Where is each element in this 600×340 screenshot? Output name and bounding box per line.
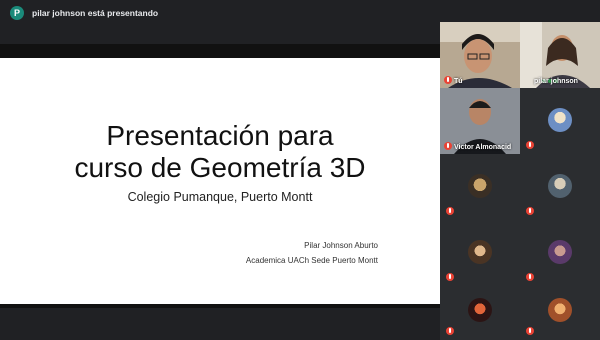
mic-off-icon [526, 273, 534, 281]
participant-tile-pilar[interactable]: pilar johnson [520, 22, 600, 88]
participant-tile[interactable] [520, 220, 600, 286]
participant-tile[interactable] [440, 154, 520, 220]
avatar [548, 108, 572, 132]
participant-tile-self[interactable]: Tú [440, 22, 520, 88]
slide: Presentación para curso de Geometría 3D … [0, 58, 440, 304]
participant-tile[interactable] [440, 286, 520, 340]
mic-off-icon [444, 76, 452, 84]
mic-off-icon [446, 327, 454, 335]
participant-video [440, 22, 520, 88]
slide-author: Pilar Johnson Aburto [304, 241, 378, 250]
participant-tile[interactable] [520, 286, 600, 340]
participant-tile[interactable] [440, 220, 520, 286]
avatar [468, 240, 492, 264]
mic-off-icon [526, 207, 534, 215]
slide-subtitle: Colegio Pumanque, Puerto Montt [127, 190, 313, 204]
slide-title-line-2: curso de Geometría 3D [74, 152, 366, 183]
mic-off-icon [446, 273, 454, 281]
participant-name: pilar johnson [534, 78, 578, 85]
participant-tile[interactable] [520, 154, 600, 220]
mic-off-icon [526, 327, 534, 335]
bottom-band [0, 308, 440, 340]
participant-grid: Tú pilar johnson Victor Almonacid [440, 22, 600, 340]
avatar [548, 240, 572, 264]
avatar [548, 174, 572, 198]
participant-tile[interactable] [520, 88, 600, 154]
avatar [468, 298, 492, 322]
avatar [468, 174, 492, 198]
presenting-banner: P pilar johnson está presentando [0, 0, 440, 26]
presenter-avatar: P [10, 6, 24, 20]
slide-affiliation: Academica UACh Sede Puerto Montt [245, 256, 378, 265]
participant-name: Tú [454, 78, 463, 85]
presentation-stage[interactable]: Presentación para curso de Geometría 3D … [0, 44, 440, 308]
avatar [548, 298, 572, 322]
participant-tile-victor[interactable]: Victor Almonacid [440, 88, 520, 154]
mic-off-icon [444, 142, 452, 150]
slide-title-line-1: Presentación para [106, 120, 334, 151]
mic-off-icon [526, 141, 534, 149]
participant-name: Victor Almonacid [454, 144, 512, 151]
mic-off-icon [446, 207, 454, 215]
presenting-label: pilar johnson está presentando [32, 8, 159, 18]
